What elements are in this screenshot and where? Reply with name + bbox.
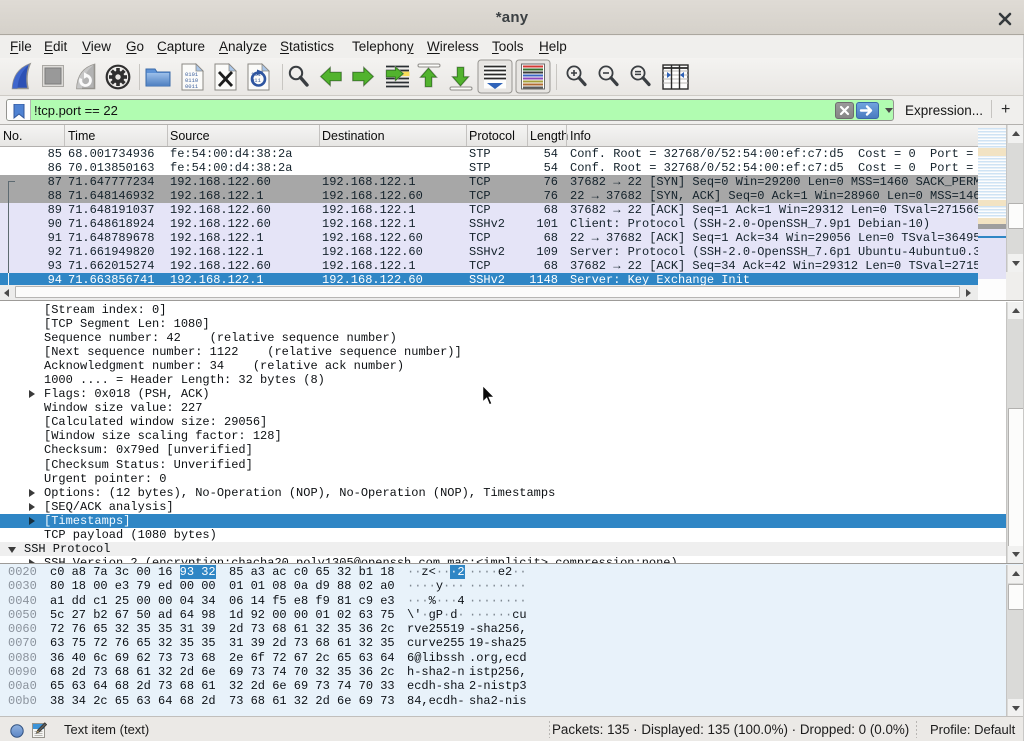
svg-text:0011: 0011	[185, 83, 199, 90]
